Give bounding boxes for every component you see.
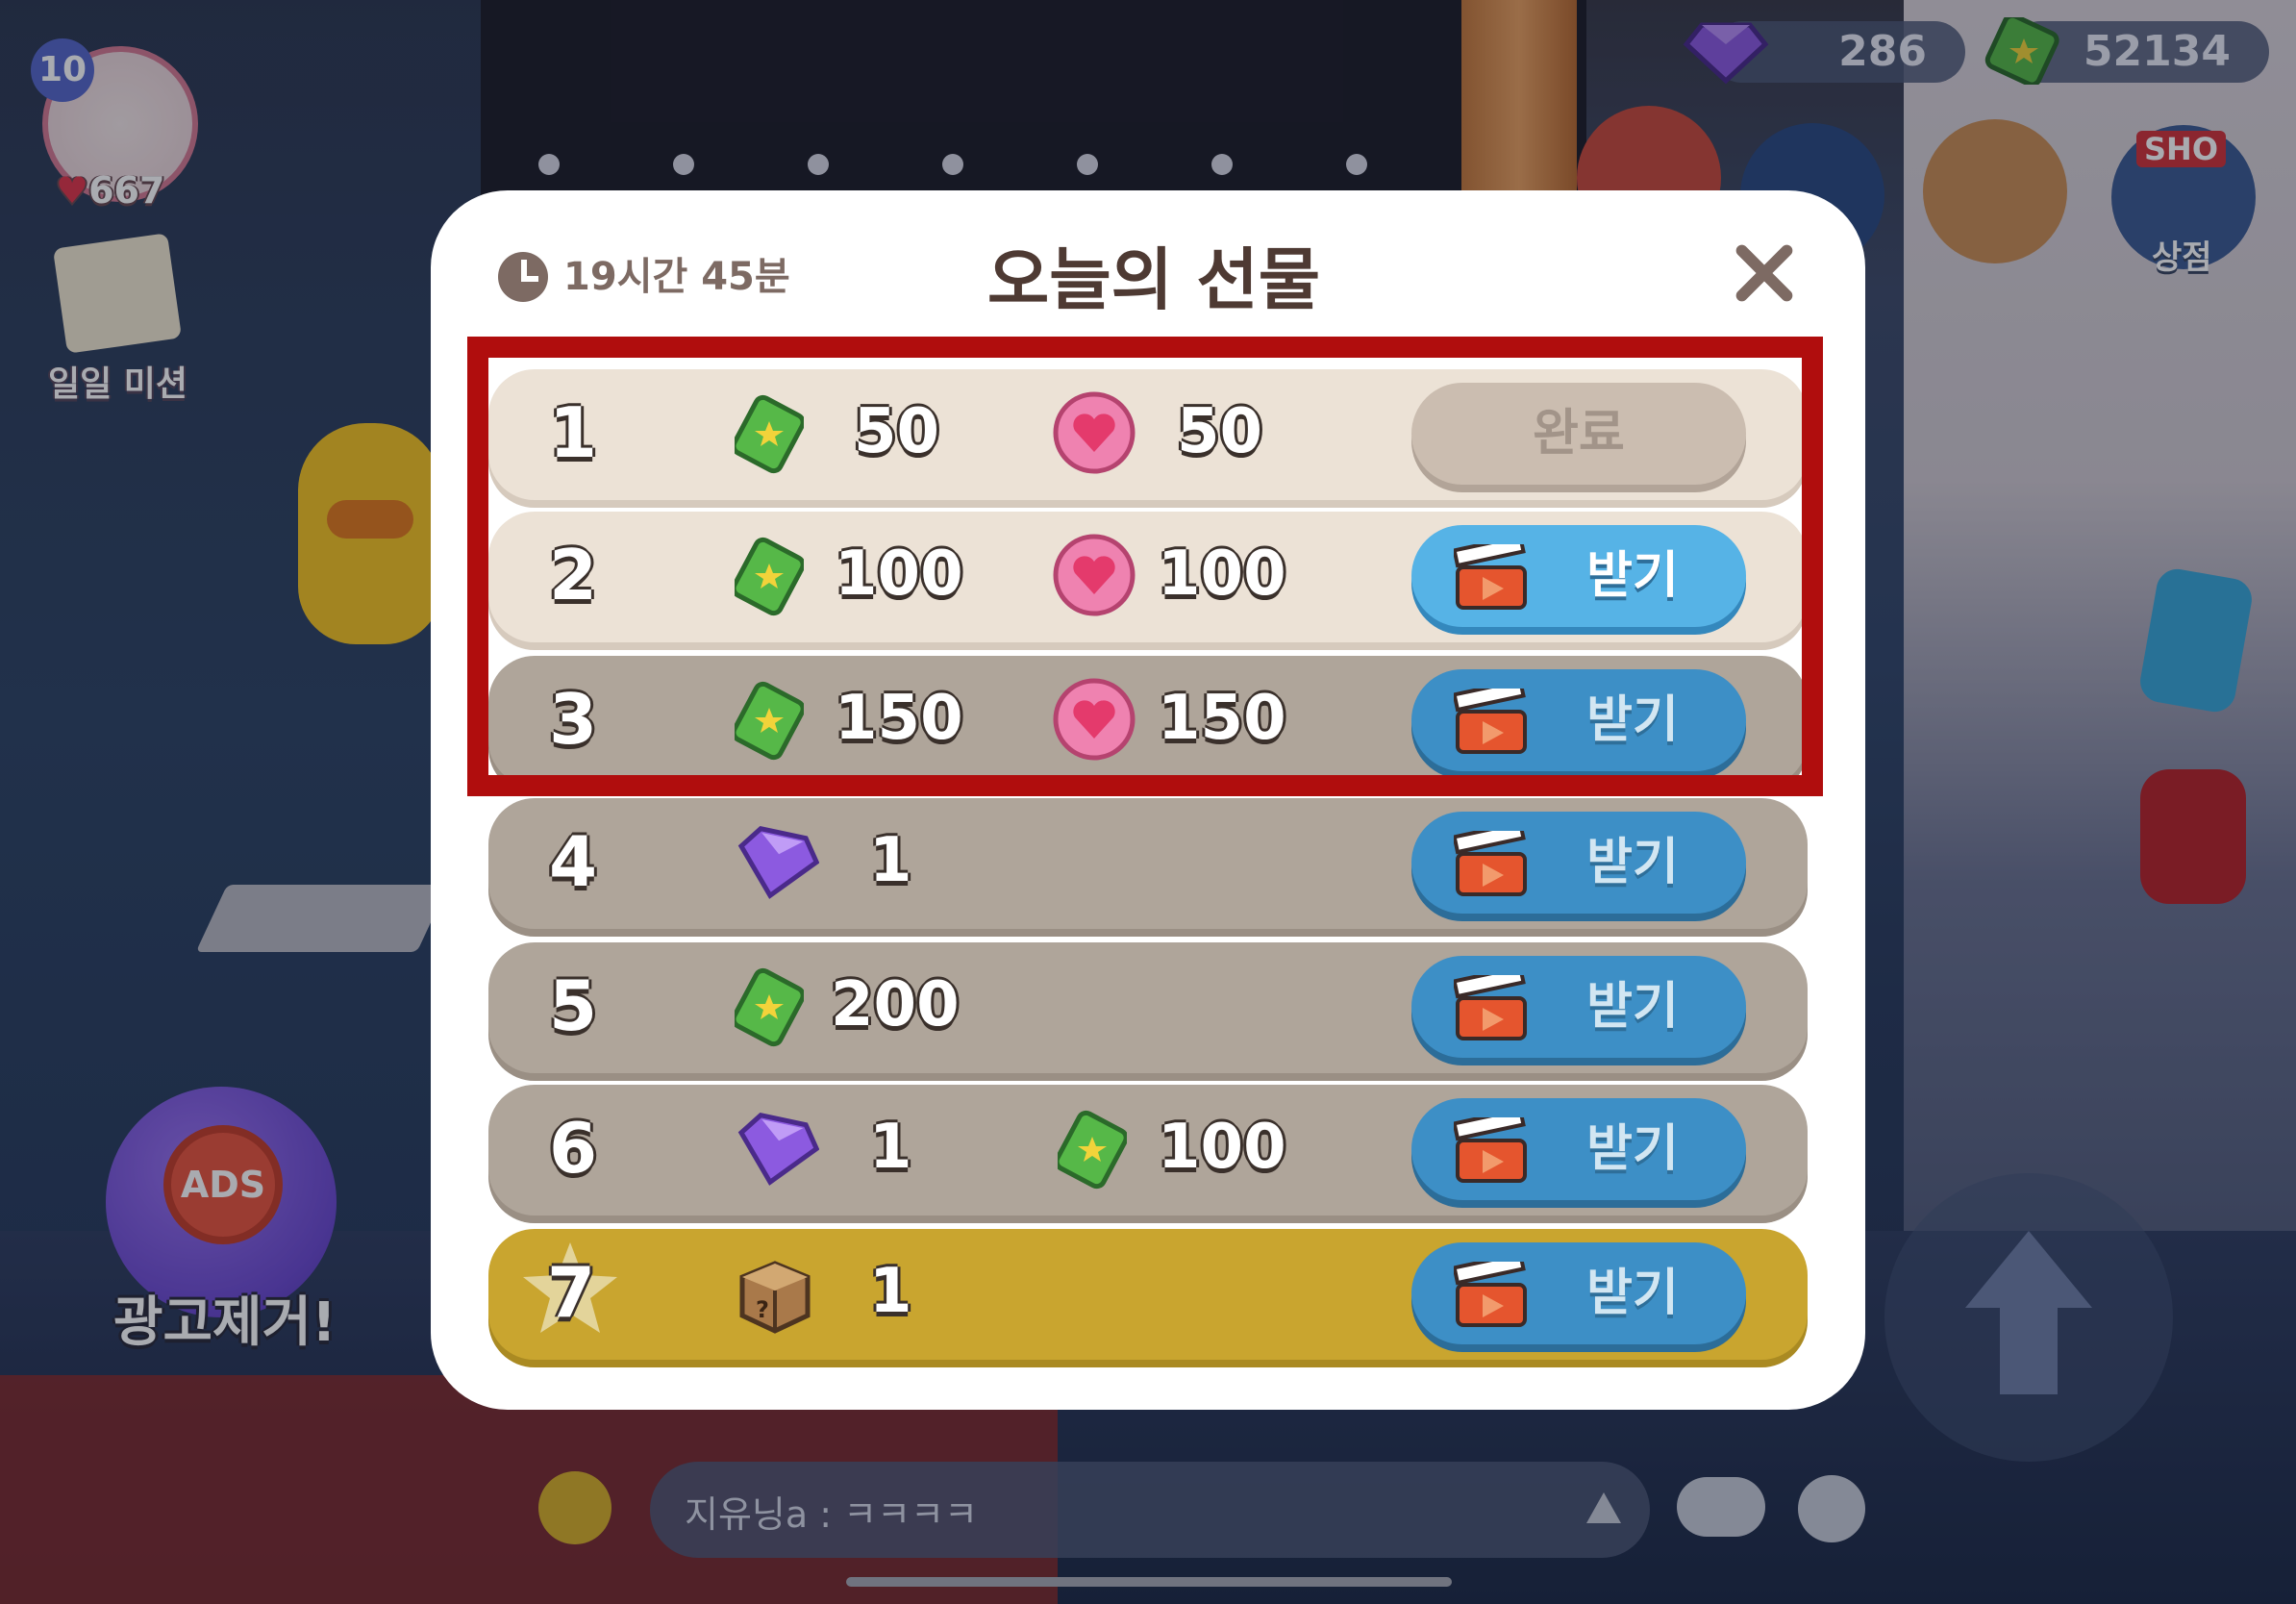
gift-row-5: 5 200 받기 [488,942,1808,1073]
claim-button[interactable]: 받기 [1411,956,1746,1058]
reward-amount: 1 [869,825,912,896]
reward-amount: 1 [869,1112,912,1183]
close-icon[interactable] [1731,238,1798,306]
mystery-box-icon: ? [739,1261,811,1334]
gem-icon [737,1112,819,1186]
video-ad-icon [1454,831,1527,896]
button-label: 받기 [1586,1265,1679,1322]
video-ad-icon [1454,975,1527,1040]
svg-text:?: ? [756,1296,769,1323]
day-number: 4 [548,821,598,902]
gift-row-6: 6 1 100 받기 [488,1085,1808,1216]
video-ad-icon [1454,1117,1527,1183]
day-number: 7 [546,1252,596,1333]
reward-amount: 200 [831,969,960,1040]
button-label: 받기 [1586,978,1679,1036]
claim-button[interactable]: 받기 [1411,1242,1746,1344]
cash-icon [1058,1110,1127,1190]
gift-row-7: 7 ? 1 받기 [488,1229,1808,1360]
claim-button[interactable]: 받기 [1411,812,1746,914]
button-label: 받기 [1586,1120,1679,1178]
button-label: 받기 [1586,834,1679,891]
reward-amount: 1 [869,1256,912,1327]
highlight-frame [467,337,1823,796]
day-number: 5 [548,965,598,1046]
cash-icon [735,967,804,1047]
dialog-title: 오늘의 선물 [986,240,1321,319]
time-remaining: 19시간 45분 [563,255,790,299]
claim-button[interactable]: 받기 [1411,1098,1746,1200]
video-ad-icon [1454,1262,1527,1327]
gift-row-4: 4 1 받기 [488,798,1808,929]
gem-icon [737,825,819,899]
day-number: 6 [548,1108,598,1189]
reward-amount: 100 [1158,1112,1286,1183]
